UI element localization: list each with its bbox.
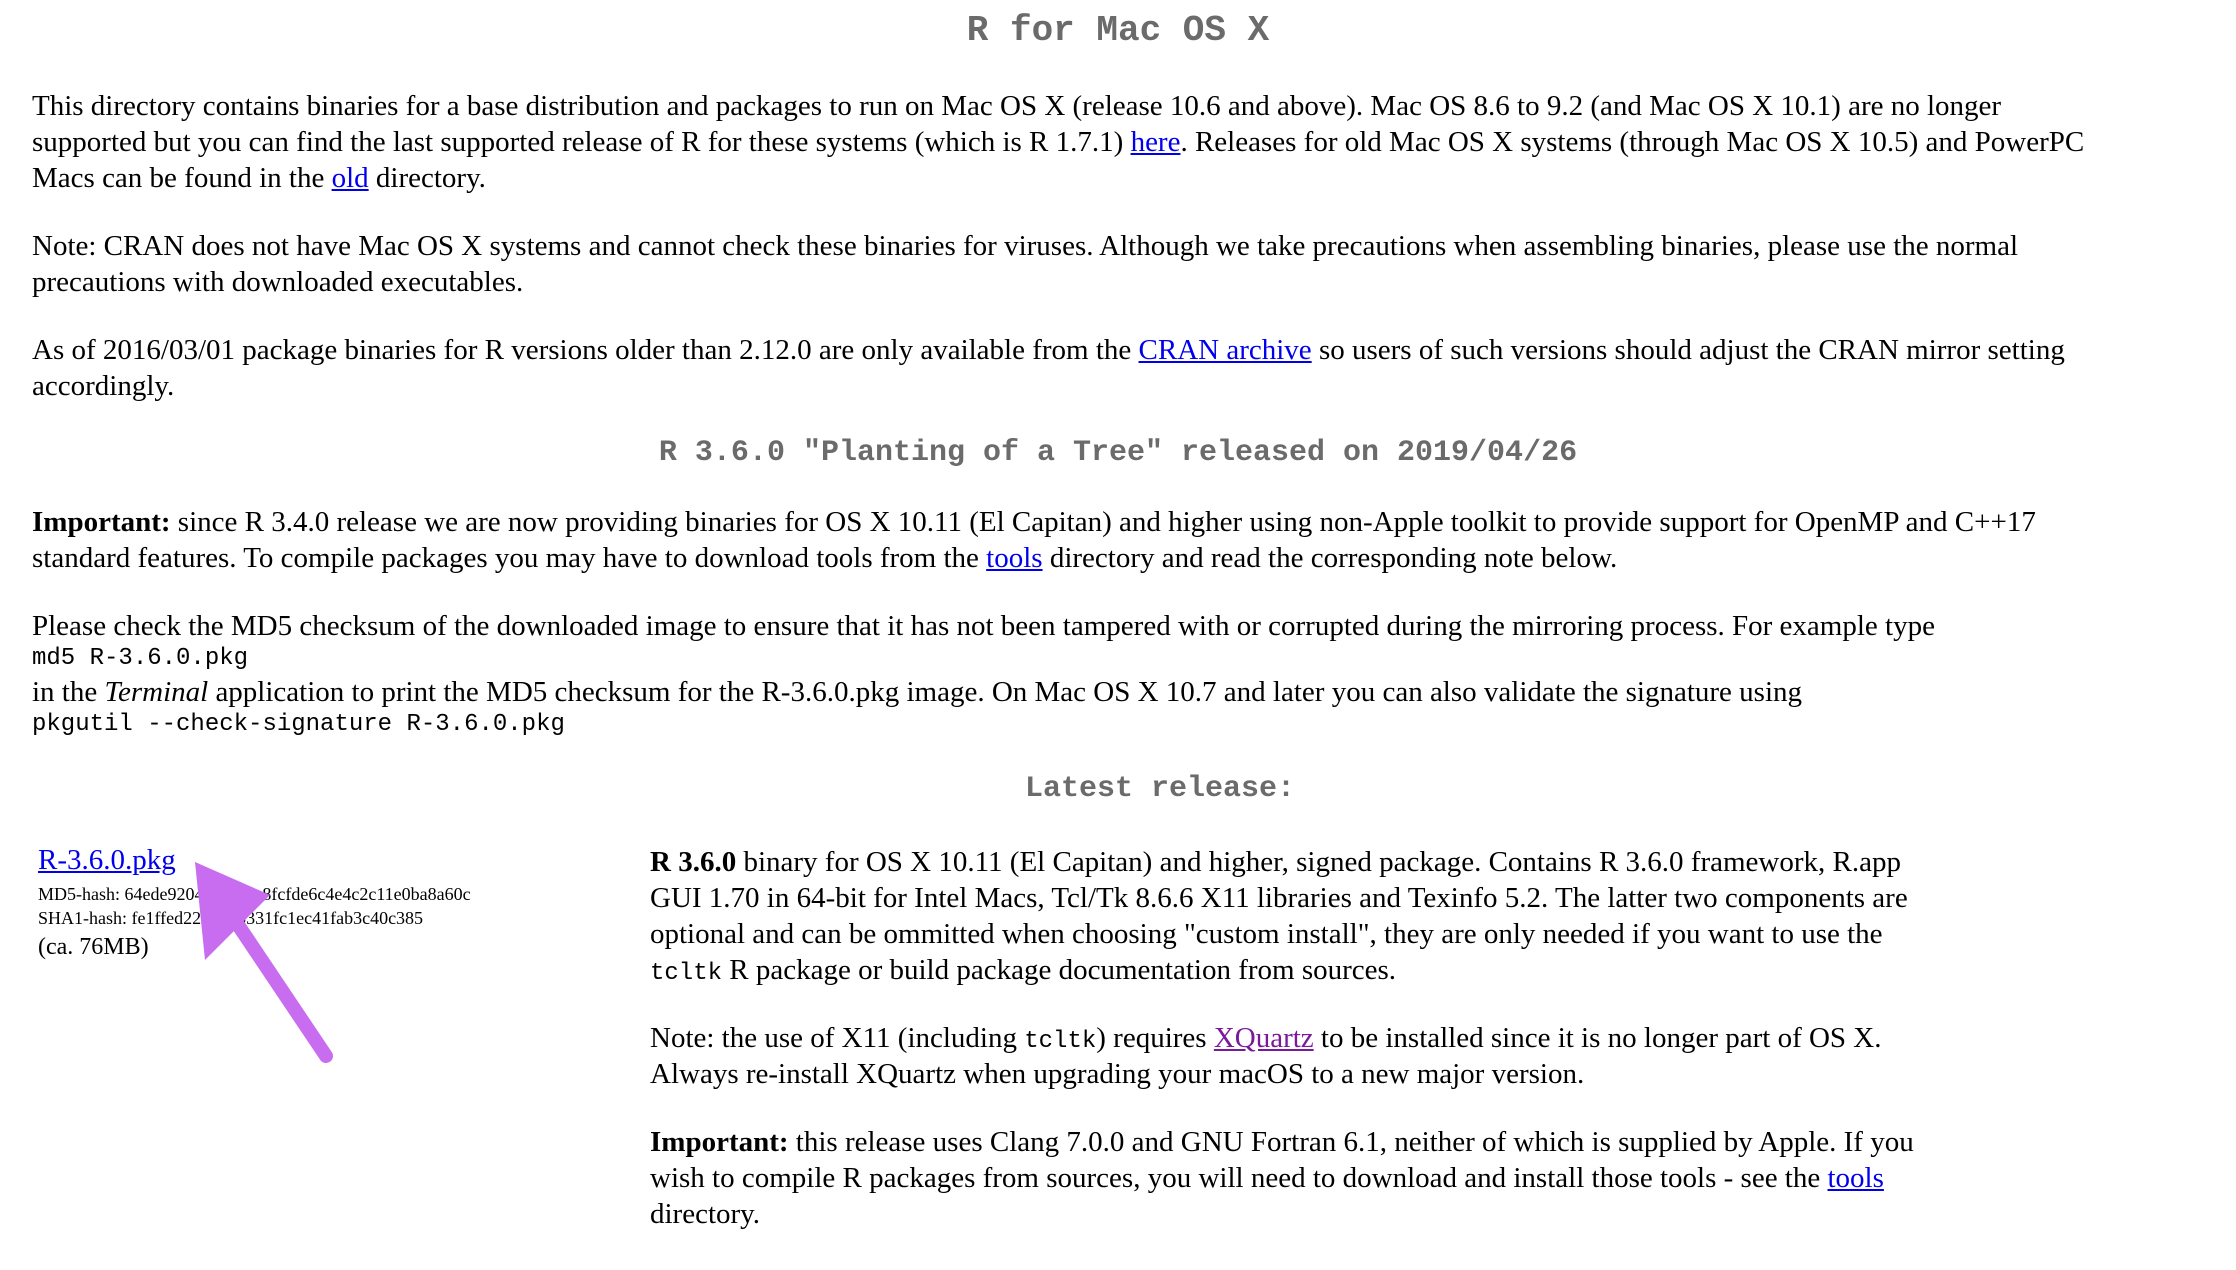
arrow-icon [195,862,333,1063]
